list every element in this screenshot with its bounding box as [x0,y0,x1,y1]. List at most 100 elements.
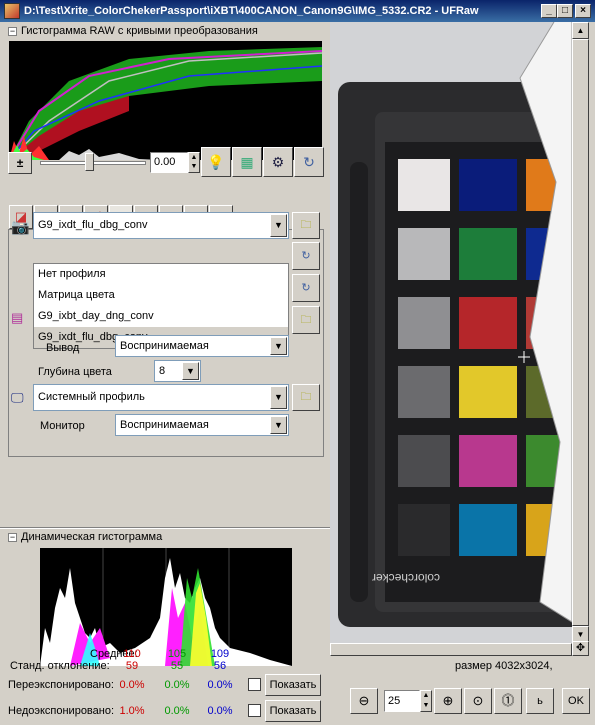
overexposed-green: 0.0% [164,679,190,691]
overexposed-checkbox[interactable] [248,678,261,691]
chevron-down-icon[interactable]: ▼ [182,362,199,380]
display-profile-value: Системный профиль [38,391,145,403]
exposure-icon[interactable]: ± [8,152,32,174]
exposure-input[interactable]: 0.00 [150,152,188,173]
dropdown-item[interactable]: Матрица цвета [34,285,288,306]
zoom-fit-button[interactable]: ⊙ [464,688,492,714]
gears-icon: ⚙ [271,154,285,170]
raw-histogram-header[interactable]: − Гистограмма RAW с кривыми преобразовани… [0,24,330,38]
zoom-input[interactable]: 25 [384,690,420,712]
std-label: Станд. отклонение: [10,660,110,672]
output-intent-value: Воспринимаемая [120,340,209,352]
zoom-out-button[interactable]: ⊖ [350,688,378,714]
left-panel: − Гистограмма RAW с кривыми преобразовани… [0,22,330,725]
open-input-profile-button[interactable]: 🗀 [292,212,320,239]
raw-histogram-title: Гистограмма RAW с кривыми преобразования [21,25,258,37]
refresh-icon: ↻ [303,154,315,170]
zoom-in-icon: ⊕ [442,693,454,708]
underexposed-red: 1.0% [119,705,145,717]
image-preview[interactable]: colorchecker [330,22,572,643]
refresh-button[interactable]: ↻ [294,147,324,177]
svg-text:colorchecker: colorchecker [372,571,440,585]
refresh-icon: ↻ [301,282,311,294]
open-output-profile-button[interactable]: 🗀 [292,306,320,334]
show-overexposed-button[interactable]: Показать [265,674,321,696]
raw-histogram [9,41,322,160]
std-green: 55 [170,660,184,672]
mean-blue: 109 [210,648,230,660]
chevron-down-icon[interactable]: ▼ [270,337,287,355]
refresh-icon: ↻ [301,250,311,262]
close-button[interactable]: × [575,4,591,18]
underexposed-label: Недоэкспонировано: [8,705,115,717]
chevron-down-icon[interactable]: ▼ [270,386,287,409]
overexposed-label: Переэкспонировано: [8,679,114,691]
zoom-in-button[interactable]: ⊕ [434,688,462,714]
output-profile-icon: ▤ [11,310,24,325]
mean-red: 110 [123,648,141,660]
underexposed-green: 0.0% [164,705,190,717]
bit-depth-combo[interactable]: 8 ▼ [154,360,201,382]
zoom-fit-icon: ⊙ [472,693,484,708]
window-title: D:\Test\Xrite_ColorChekerPassport\iXBT\4… [24,5,479,17]
collapse-icon[interactable]: − [8,532,17,542]
output-label: Вывод [46,342,80,354]
input-profile-combo[interactable]: G9_ixdt_flu_dbg_conv ▼ [33,212,289,239]
collapse-icon[interactable]: − [8,26,17,36]
camera-icon: 📷 [11,219,30,236]
input-profile-value: G9_ixdt_flu_dbg_conv [38,219,148,231]
dropdown-item[interactable]: G9_ixbt_day_dng_conv [34,306,288,327]
zoom-out-icon: ⊖ [358,693,370,708]
open-display-profile-button[interactable]: 🗀 [292,384,320,411]
std-red: 59 [125,660,139,672]
bit-depth-value: 8 [159,365,166,377]
exposure-slider-handle[interactable] [85,153,94,171]
pan-icon[interactable]: ✥ [572,641,589,656]
overexposed-red: 0.0% [119,679,145,691]
chevron-down-icon[interactable]: ▼ [270,214,287,237]
chevron-down-icon[interactable]: ▼ [270,416,287,434]
colorchecker-photo: colorchecker [330,22,572,643]
dropdown-item[interactable]: Нет профиля [34,264,288,285]
partial-button[interactable]: ь [526,688,554,714]
monitor-intent-combo[interactable]: Воспринимаемая ▼ [115,414,289,436]
monitor-icon: 🖵 [11,390,24,405]
maximize-button[interactable]: □ [557,4,573,18]
zoom-100-icon: ⓵ [501,693,515,708]
title-bar: D:\Test\Xrite_ColorChekerPassport\iXBT\4… [0,0,595,22]
ok-button[interactable]: OK [562,688,590,714]
separator [0,527,330,529]
minimize-button[interactable]: _ [541,4,557,18]
monitor-label: Монитор [40,420,85,432]
reload-profile-button[interactable]: ↻ [292,242,320,270]
folder-icon: 🗀 [300,391,312,403]
dynamic-histogram-title: Динамическая гистограмма [21,531,163,543]
scroll-up-arrow[interactable]: ▲ [572,22,589,39]
checker-icon: ▦ [240,154,254,170]
std-blue: 56 [213,660,227,672]
display-profile-combo[interactable]: Системный профиль ▼ [33,384,289,411]
colorchecker-button[interactable]: ▦ [232,147,262,177]
preview-status-bar: размер 4032x3024, ⊖ 25 ▲ ▼ ⊕ ⊙ ⓵ ь OK [330,656,595,725]
show-underexposed-button[interactable]: Показать [265,700,321,722]
settings-button[interactable]: ⚙ [263,147,293,177]
vertical-scroll-thumb[interactable] [572,39,589,626]
auto-exposure-button[interactable]: 💡 [201,147,231,177]
vertical-scrollbar[interactable]: ▲ ▼ [572,22,589,643]
monitor-intent-value: Воспринимаемая [120,419,209,431]
mean-green: 105 [167,648,187,660]
image-size-text: размер 4032x3024, [455,660,553,672]
zoom-spinner[interactable]: ▲ ▼ [420,690,432,712]
zoom-100-button[interactable]: ⓵ [494,688,522,714]
bulb-icon: 💡 [207,154,225,170]
horizontal-scroll-thumb[interactable] [330,643,572,656]
bit-depth-label: Глубина цвета [38,366,112,378]
folder-icon: 🗀 [300,219,312,231]
output-intent-combo[interactable]: Воспринимаемая ▼ [115,335,289,357]
reload-output-button[interactable]: ↻ [292,274,320,302]
app-icon [4,3,20,19]
dynamic-histogram-header[interactable]: − Динамическая гистограмма [0,530,330,544]
underexposed-checkbox[interactable] [248,704,261,717]
exposure-spinner[interactable]: ▲ ▼ [188,152,200,173]
horizontal-scrollbar[interactable] [330,643,572,656]
